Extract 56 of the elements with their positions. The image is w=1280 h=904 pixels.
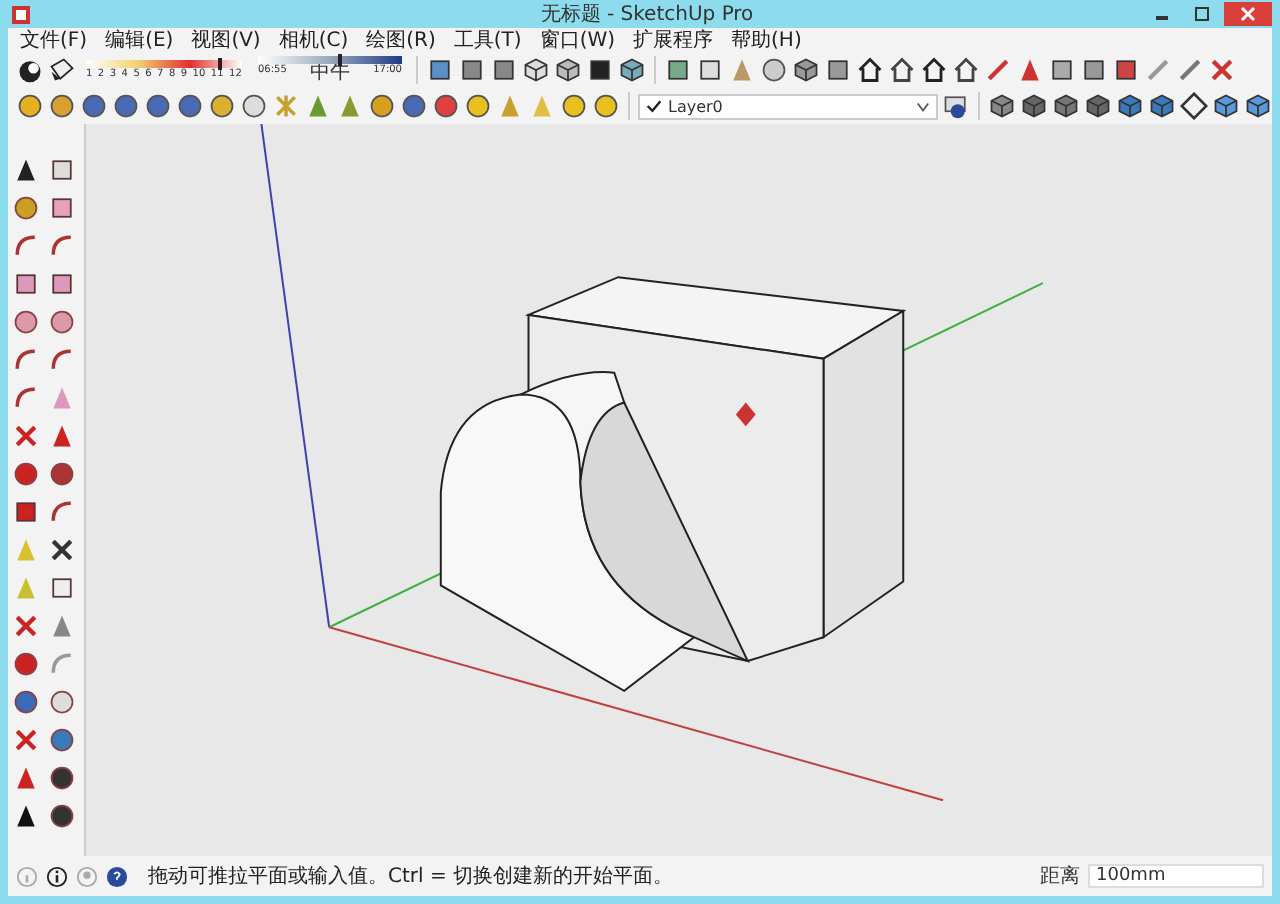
house-icon[interactable] <box>920 56 948 84</box>
menu-item[interactable]: 相机(C) <box>278 26 349 54</box>
help-icon[interactable] <box>106 865 128 887</box>
app-icon <box>12 5 30 23</box>
cube-icon[interactable] <box>554 56 582 84</box>
cube-icon[interactable] <box>1084 92 1112 120</box>
cube-icon[interactable] <box>618 56 646 84</box>
caret-icon <box>916 99 930 113</box>
rectangle-icon[interactable] <box>12 270 40 298</box>
cube-icon[interactable] <box>1148 92 1176 120</box>
menu-item[interactable]: 编辑(E) <box>105 26 174 54</box>
house-icon[interactable] <box>856 56 884 84</box>
layer-dropdown[interactable]: Layer0 <box>638 93 938 119</box>
measurement-field[interactable]: 100mm <box>1088 864 1264 888</box>
circle-icon[interactable] <box>240 92 268 120</box>
cube-icon[interactable] <box>1020 92 1048 120</box>
circle-icon[interactable] <box>760 56 788 84</box>
menu-item[interactable]: 文件(F) <box>20 26 88 54</box>
menu-item[interactable]: 绘图(R) <box>366 26 436 54</box>
time-slider[interactable] <box>258 56 402 64</box>
diamond-icon[interactable] <box>1180 92 1208 120</box>
measurement-label: 距离 <box>1040 863 1080 890</box>
push-pull-cursor-icon <box>735 402 756 427</box>
star-icon[interactable] <box>272 92 300 120</box>
cube-icon[interactable] <box>1212 92 1240 120</box>
shadow-icon[interactable] <box>16 56 44 84</box>
rectangle-icon[interactable] <box>48 270 76 298</box>
info-icon[interactable] <box>46 865 68 887</box>
cube-icon[interactable] <box>1052 92 1080 120</box>
cube-icon[interactable] <box>522 56 550 84</box>
layer-manager-icon[interactable] <box>942 92 970 120</box>
slider-thumb[interactable] <box>337 54 342 66</box>
cube-icon[interactable] <box>1244 92 1272 120</box>
arc-icon[interactable] <box>12 384 40 412</box>
menu-item[interactable]: 窗口(W) <box>539 26 616 54</box>
curve-icon[interactable] <box>48 232 76 260</box>
cube-icon[interactable] <box>1116 92 1144 120</box>
close-button[interactable] <box>1224 2 1272 26</box>
menu-item[interactable]: 扩展程序 <box>633 26 714 54</box>
circle-icon[interactable] <box>12 308 40 336</box>
arc-icon[interactable] <box>12 346 40 374</box>
cube-icon[interactable] <box>792 56 820 84</box>
house-icon[interactable] <box>888 56 916 84</box>
menu-item[interactable]: 视图(V) <box>191 26 261 54</box>
window-title: 无标题 - SketchUp Pro <box>540 1 754 28</box>
cross-icon[interactable] <box>1208 56 1236 84</box>
house-icon[interactable] <box>952 56 980 84</box>
status-message: 拖动可推拉平面或输入值。Ctrl = 切换创建新的开始平面。 <box>148 863 674 890</box>
maximize-icon <box>1194 6 1210 22</box>
month-slider[interactable] <box>86 59 242 67</box>
menu-item[interactable]: 帮助(H) <box>731 26 802 54</box>
arc-icon[interactable] <box>48 346 76 374</box>
cube-icon[interactable] <box>988 92 1016 120</box>
slider-thumb[interactable] <box>218 57 223 69</box>
menu-item[interactable]: 工具(T) <box>453 26 522 54</box>
close-icon <box>1240 6 1256 22</box>
